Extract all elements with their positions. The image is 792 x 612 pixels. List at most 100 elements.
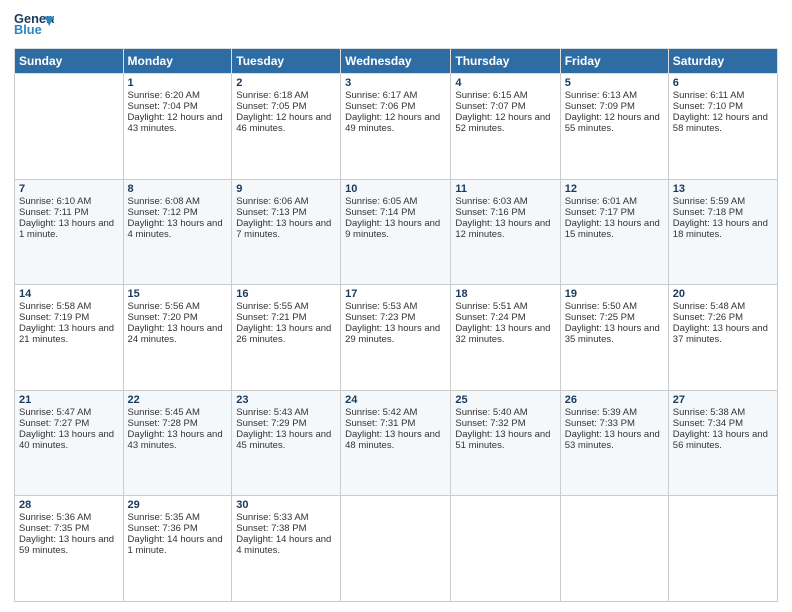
day-number: 9 <box>236 183 336 195</box>
col-wednesday: Wednesday <box>341 49 451 74</box>
daylight-text: Daylight: 13 hours and 40 minutes. <box>19 429 114 451</box>
day-cell: 8 Sunrise: 6:08 AM Sunset: 7:12 PM Dayli… <box>123 179 232 285</box>
sunset-text: Sunset: 7:35 PM <box>19 523 89 534</box>
col-tuesday: Tuesday <box>232 49 341 74</box>
day-number: 27 <box>673 394 773 406</box>
week-row-1: 7 Sunrise: 6:10 AM Sunset: 7:11 PM Dayli… <box>15 179 778 285</box>
sunrise-text: Sunrise: 5:40 AM <box>455 407 527 418</box>
header-row: Sunday Monday Tuesday Wednesday Thursday… <box>15 49 778 74</box>
day-number: 2 <box>236 77 336 89</box>
sunset-text: Sunset: 7:38 PM <box>236 523 306 534</box>
sunrise-text: Sunrise: 6:10 AM <box>19 196 91 207</box>
daylight-text: Daylight: 13 hours and 9 minutes. <box>345 218 440 240</box>
sunrise-text: Sunrise: 5:47 AM <box>19 407 91 418</box>
logo: General Blue <box>14 10 54 40</box>
page: General Blue Sunday Monday Tuesday Wedne… <box>0 0 792 612</box>
day-cell <box>451 496 560 602</box>
col-friday: Friday <box>560 49 668 74</box>
day-cell: 18 Sunrise: 5:51 AM Sunset: 7:24 PM Dayl… <box>451 285 560 391</box>
sunset-text: Sunset: 7:14 PM <box>345 207 415 218</box>
daylight-text: Daylight: 13 hours and 1 minute. <box>19 218 114 240</box>
sunset-text: Sunset: 7:32 PM <box>455 418 525 429</box>
daylight-text: Daylight: 13 hours and 37 minutes. <box>673 323 768 345</box>
day-cell: 5 Sunrise: 6:13 AM Sunset: 7:09 PM Dayli… <box>560 74 668 180</box>
day-number: 22 <box>128 394 228 406</box>
day-cell: 1 Sunrise: 6:20 AM Sunset: 7:04 PM Dayli… <box>123 74 232 180</box>
sunrise-text: Sunrise: 5:45 AM <box>128 407 200 418</box>
day-number: 16 <box>236 288 336 300</box>
day-number: 7 <box>19 183 119 195</box>
sunset-text: Sunset: 7:34 PM <box>673 418 743 429</box>
day-cell: 14 Sunrise: 5:58 AM Sunset: 7:19 PM Dayl… <box>15 285 124 391</box>
day-cell: 24 Sunrise: 5:42 AM Sunset: 7:31 PM Dayl… <box>341 390 451 496</box>
sunset-text: Sunset: 7:19 PM <box>19 312 89 323</box>
svg-text:Blue: Blue <box>14 22 42 37</box>
daylight-text: Daylight: 13 hours and 29 minutes. <box>345 323 440 345</box>
sunset-text: Sunset: 7:36 PM <box>128 523 198 534</box>
sunrise-text: Sunrise: 5:36 AM <box>19 512 91 523</box>
daylight-text: Daylight: 12 hours and 43 minutes. <box>128 112 223 134</box>
daylight-text: Daylight: 13 hours and 7 minutes. <box>236 218 331 240</box>
day-number: 18 <box>455 288 555 300</box>
sunset-text: Sunset: 7:28 PM <box>128 418 198 429</box>
day-number: 20 <box>673 288 773 300</box>
daylight-text: Daylight: 14 hours and 1 minute. <box>128 534 223 556</box>
sunrise-text: Sunrise: 5:58 AM <box>19 301 91 312</box>
daylight-text: Daylight: 13 hours and 15 minutes. <box>565 218 660 240</box>
sunset-text: Sunset: 7:07 PM <box>455 101 525 112</box>
day-number: 21 <box>19 394 119 406</box>
sunrise-text: Sunrise: 6:15 AM <box>455 90 527 101</box>
day-number: 17 <box>345 288 446 300</box>
daylight-text: Daylight: 13 hours and 32 minutes. <box>455 323 550 345</box>
day-number: 24 <box>345 394 446 406</box>
day-number: 30 <box>236 499 336 511</box>
daylight-text: Daylight: 13 hours and 4 minutes. <box>128 218 223 240</box>
day-number: 14 <box>19 288 119 300</box>
sunrise-text: Sunrise: 6:08 AM <box>128 196 200 207</box>
day-cell: 21 Sunrise: 5:47 AM Sunset: 7:27 PM Dayl… <box>15 390 124 496</box>
sunset-text: Sunset: 7:06 PM <box>345 101 415 112</box>
daylight-text: Daylight: 13 hours and 43 minutes. <box>128 429 223 451</box>
day-cell: 11 Sunrise: 6:03 AM Sunset: 7:16 PM Dayl… <box>451 179 560 285</box>
day-cell <box>668 496 777 602</box>
daylight-text: Daylight: 13 hours and 51 minutes. <box>455 429 550 451</box>
day-number: 8 <box>128 183 228 195</box>
day-cell: 20 Sunrise: 5:48 AM Sunset: 7:26 PM Dayl… <box>668 285 777 391</box>
day-number: 15 <box>128 288 228 300</box>
day-cell: 6 Sunrise: 6:11 AM Sunset: 7:10 PM Dayli… <box>668 74 777 180</box>
sunset-text: Sunset: 7:05 PM <box>236 101 306 112</box>
daylight-text: Daylight: 13 hours and 18 minutes. <box>673 218 768 240</box>
sunset-text: Sunset: 7:17 PM <box>565 207 635 218</box>
day-number: 3 <box>345 77 446 89</box>
sunrise-text: Sunrise: 5:33 AM <box>236 512 308 523</box>
header: General Blue <box>14 10 778 40</box>
sunset-text: Sunset: 7:10 PM <box>673 101 743 112</box>
col-sunday: Sunday <box>15 49 124 74</box>
sunset-text: Sunset: 7:23 PM <box>345 312 415 323</box>
sunrise-text: Sunrise: 6:20 AM <box>128 90 200 101</box>
daylight-text: Daylight: 14 hours and 4 minutes. <box>236 534 331 556</box>
daylight-text: Daylight: 12 hours and 55 minutes. <box>565 112 660 134</box>
daylight-text: Daylight: 13 hours and 35 minutes. <box>565 323 660 345</box>
day-cell: 3 Sunrise: 6:17 AM Sunset: 7:06 PM Dayli… <box>341 74 451 180</box>
daylight-text: Daylight: 12 hours and 52 minutes. <box>455 112 550 134</box>
week-row-4: 28 Sunrise: 5:36 AM Sunset: 7:35 PM Dayl… <box>15 496 778 602</box>
col-thursday: Thursday <box>451 49 560 74</box>
sunrise-text: Sunrise: 6:01 AM <box>565 196 637 207</box>
day-cell <box>15 74 124 180</box>
day-cell: 27 Sunrise: 5:38 AM Sunset: 7:34 PM Dayl… <box>668 390 777 496</box>
sunrise-text: Sunrise: 6:05 AM <box>345 196 417 207</box>
sunset-text: Sunset: 7:11 PM <box>19 207 89 218</box>
day-cell: 16 Sunrise: 5:55 AM Sunset: 7:21 PM Dayl… <box>232 285 341 391</box>
sunrise-text: Sunrise: 5:51 AM <box>455 301 527 312</box>
sunset-text: Sunset: 7:04 PM <box>128 101 198 112</box>
col-saturday: Saturday <box>668 49 777 74</box>
day-cell: 2 Sunrise: 6:18 AM Sunset: 7:05 PM Dayli… <box>232 74 341 180</box>
daylight-text: Daylight: 13 hours and 56 minutes. <box>673 429 768 451</box>
sunset-text: Sunset: 7:09 PM <box>565 101 635 112</box>
week-row-0: 1 Sunrise: 6:20 AM Sunset: 7:04 PM Dayli… <box>15 74 778 180</box>
day-number: 5 <box>565 77 664 89</box>
sunset-text: Sunset: 7:12 PM <box>128 207 198 218</box>
sunset-text: Sunset: 7:31 PM <box>345 418 415 429</box>
sunset-text: Sunset: 7:25 PM <box>565 312 635 323</box>
